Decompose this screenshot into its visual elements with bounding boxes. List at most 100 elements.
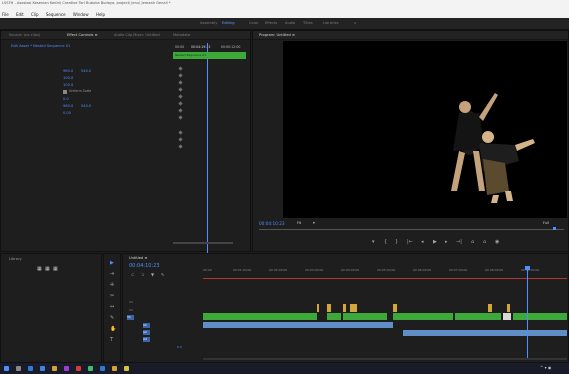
explorer-icon[interactable] [52,366,57,371]
keyframe-reset-icon[interactable] [178,87,183,92]
video-clip[interactable] [393,313,453,320]
uniform-scale-checkbox[interactable] [63,90,67,94]
keyframe-reset-icon[interactable] [178,130,183,135]
master-volume-value[interactable]: 0.0 [177,345,182,349]
system-tray-icon[interactable]: ^ ▾ ◉ [540,365,551,370]
tab-metadata[interactable]: Metadata [173,33,190,37]
ec-clip-bar[interactable]: Nested Sequence 01 [173,52,246,59]
app-icon[interactable] [112,366,117,371]
keyframe-reset-icon[interactable] [178,108,183,113]
program-scrubber[interactable] [259,229,564,230]
video-clip[interactable] [203,313,317,320]
video-clip[interactable] [317,304,319,312]
position-y-value[interactable]: 540.0 [81,69,91,73]
settings-wrench-icon[interactable]: ✎ [161,272,164,277]
video-clip-selected[interactable] [503,313,511,320]
freeform-view-icon[interactable]: ▦ [53,266,58,272]
mark-in-bracket-icon[interactable]: { [384,239,387,245]
time-ruler[interactable]: 00:00 00:01:00:00 00:02:00:00 00:03:00:0… [203,266,567,276]
razor-tool-icon[interactable]: ✂ [110,293,114,299]
program-playhead[interactable] [553,227,556,230]
add-marker-icon[interactable]: ▼ [151,272,154,277]
workspace-effects[interactable]: Effects [265,21,277,25]
step-forward-icon[interactable]: ▸ [445,239,448,245]
work-area-bar[interactable] [203,278,567,279]
menu-edit[interactable]: Edit [16,12,24,17]
keyframe-reset-icon[interactable] [178,115,183,120]
video-clip[interactable] [327,313,341,320]
selection-tool-icon[interactable]: ▶ [110,260,114,266]
go-to-out-icon[interactable]: →| [456,239,462,245]
video-clip[interactable] [513,313,567,320]
audio-clip[interactable] [203,322,393,328]
search-icon[interactable] [16,366,21,371]
start-icon[interactable] [4,366,9,371]
mark-out-bracket-icon[interactable]: } [395,239,398,245]
ec-zoom-scrollbar[interactable] [173,242,233,244]
scale-value[interactable]: 100.0 [63,76,73,80]
video-clip[interactable] [488,304,492,312]
pen-tool-icon[interactable]: ✎ [110,315,114,321]
workspace-titles[interactable]: Titles [303,21,313,25]
rotation-value[interactable]: 0.0 [63,97,69,101]
keyframe-reset-icon[interactable] [178,80,183,85]
anchor-y-value[interactable]: 540.0 [81,104,91,108]
tab-audio-clip-mixer[interactable]: Audio Clip Mixer: Untitled [114,33,160,37]
scale-width-value[interactable]: 100.0 [63,83,73,87]
list-view-icon[interactable]: ▦ [37,266,42,272]
workspace-editing[interactable]: Editing [222,21,235,25]
track-label-v3[interactable]: V3 [129,300,133,304]
app-icon[interactable] [100,366,105,371]
video-clip[interactable] [343,313,387,320]
ripple-edit-tool-icon[interactable]: ✢ [110,282,114,288]
hand-tool-icon[interactable]: ✋ [110,326,116,332]
app-icon[interactable] [76,366,81,371]
workspace-overflow-icon[interactable]: » [354,21,356,25]
program-timecode[interactable]: 00:04:10:23 [259,221,285,226]
track-select-tool-icon[interactable]: ⇥ [110,271,114,277]
video-frame[interactable] [283,41,567,218]
position-x-value[interactable]: 960.0 [63,69,73,73]
zoom-chevron-icon[interactable]: ▾ [313,221,315,225]
tab-source[interactable]: Source: (no clips) [9,33,40,37]
slip-tool-icon[interactable]: ↔ [110,304,114,310]
anti-flicker-value[interactable]: 0.00 [63,111,71,115]
quality-dropdown[interactable]: Full [543,221,549,225]
task-view-icon[interactable] [28,366,33,371]
play-icon[interactable]: ▶ [433,239,437,245]
step-back-icon[interactable]: ◂ [421,239,424,245]
track-label-a3[interactable]: A3 [143,337,150,342]
mark-in-icon[interactable]: ▾ [372,239,375,245]
library-tab[interactable]: Library [9,257,22,261]
overwrite-icon[interactable]: ⌂ [483,239,486,245]
workspace-audio[interactable]: Audio [285,21,295,25]
keyframe-reset-icon[interactable] [178,94,183,99]
type-tool-icon[interactable]: T [110,337,113,343]
video-clip[interactable] [327,304,331,312]
track-label-a2[interactable]: A2 [143,330,150,335]
icon-view-icon[interactable]: ▦ [45,266,50,272]
video-clip[interactable] [350,304,357,312]
menu-file[interactable]: File [2,12,9,17]
ec-playhead[interactable] [207,43,208,253]
go-to-in-icon[interactable]: |← [407,239,413,245]
premiere-icon[interactable] [64,366,69,371]
menu-sequence[interactable]: Sequence [46,12,66,17]
menu-clip[interactable]: Clip [31,12,39,17]
workspace-libraries[interactable]: Libraries [323,21,339,25]
export-frame-icon[interactable]: ◉ [495,239,499,245]
fit-dropdown[interactable]: Fit [297,221,301,225]
video-clip[interactable] [507,304,510,312]
tab-program[interactable]: Program: Untitled ≡ [259,33,295,37]
timeline-playhead[interactable] [527,268,528,360]
app-icon[interactable] [88,366,93,371]
keyframe-reset-icon[interactable] [178,137,183,142]
keyframe-reset-icon[interactable] [178,144,183,149]
anchor-x-value[interactable]: 960.0 [63,104,73,108]
linked-selection-icon[interactable]: ⊃ [141,272,144,277]
track-label-v1[interactable]: V1 [127,315,134,320]
video-clip[interactable] [393,304,397,312]
track-label-v2[interactable]: V2 [129,308,133,312]
app-icon[interactable] [124,366,129,371]
insert-icon[interactable]: ⌂ [471,239,474,245]
